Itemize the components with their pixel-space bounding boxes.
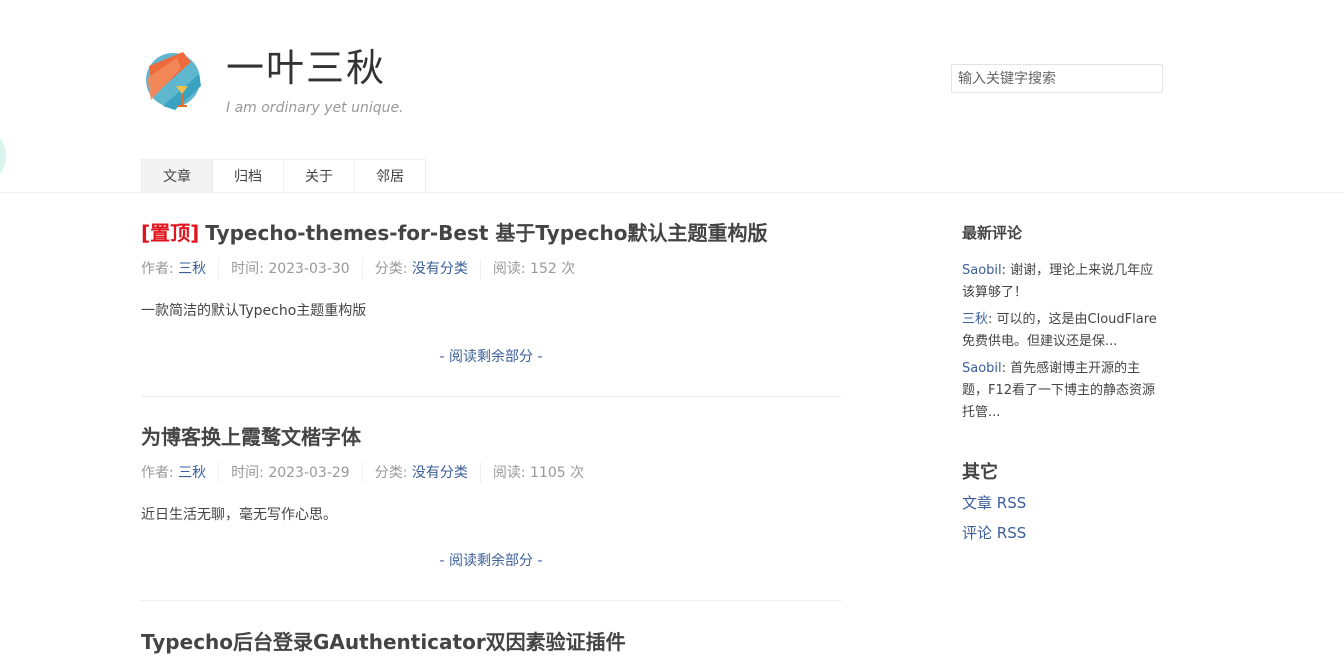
search-input[interactable] (951, 64, 1163, 93)
post-item: [置顶] Typecho-themes-for-Best 基于Typecho默认主… (141, 219, 841, 397)
post-time: 时间: 2023-03-30 (231, 259, 363, 279)
post-item: 为博客换上霞鹜文楷字体 作者: 三秋 时间: 2023-03-29 分类: 没有… (141, 423, 841, 601)
main-nav: 文章 归档 关于 邻居 (141, 159, 426, 193)
page: 一叶三秋 I am ordinary yet unique. 文章 归档 关于 … (0, 0, 1344, 666)
category-label: 分类: (374, 261, 412, 277)
sidebar: 最新评论 Saobil: 谢谢，理论上来说几年应该算够了！ 三秋: 可以的，这是… (962, 222, 1162, 544)
recent-comments-title: 最新评论 (962, 224, 1023, 242)
post-category: 分类: 没有分类 (375, 259, 481, 279)
post-title[interactable]: 为博客换上霞鹜文楷字体 (141, 423, 841, 451)
post-title[interactable]: [置顶] Typecho-themes-for-Best 基于Typecho默认主… (141, 219, 841, 247)
nav-item-articles[interactable]: 文章 (141, 159, 213, 193)
recent-comments-list: Saobil: 谢谢，理论上来说几年应该算够了！ 三秋: 可以的，这是由Clou… (962, 260, 1162, 424)
post-title[interactable]: Typecho后台登录GAuthenticator双因素验证插件 (141, 628, 841, 656)
comment-author[interactable]: 三秋 (962, 312, 988, 327)
other-title: 其它 (962, 462, 998, 483)
read-more-link: - 阅读剩余部分 - (141, 347, 841, 367)
read-more-link: - 阅读剩余部分 - (141, 551, 841, 571)
nav-item-archive[interactable]: 归档 (213, 159, 284, 193)
category-link[interactable]: 没有分类 (412, 261, 468, 277)
category-label: 分类: (374, 465, 412, 481)
author-label: 作者: (141, 465, 179, 481)
author-label: 作者: (141, 261, 179, 277)
post-title-text[interactable]: Typecho-themes-for-Best 基于Typecho默认主题重构版 (205, 221, 767, 245)
post-reads: 阅读: 152 次 (492, 261, 576, 277)
post-category: 分类: 没有分类 (375, 463, 481, 483)
read-more-text[interactable]: - 阅读剩余部分 - (439, 553, 542, 569)
post-item: Typecho后台登录GAuthenticator双因素验证插件 (141, 628, 841, 656)
comment-author[interactable]: Saobil (962, 263, 1002, 278)
site-title[interactable]: 一叶三秋 (226, 44, 386, 92)
post-author: 作者: 三秋 (141, 463, 220, 483)
author-link[interactable]: 三秋 (178, 465, 206, 481)
comment-item[interactable]: Saobil: 谢谢，理论上来说几年应该算够了！ (962, 260, 1162, 304)
sticky-badge: [置顶] (141, 221, 200, 245)
post-divider (141, 600, 841, 601)
site-logo[interactable] (143, 48, 203, 114)
decorative-blob (0, 134, 6, 178)
comment-item[interactable]: Saobil: 首先感谢博主开源的主题，F12看了一下博主的静态资源托管... (962, 358, 1162, 424)
post-excerpt: 一款简洁的默认Typecho主题重构版 (141, 303, 367, 319)
post-author: 作者: 三秋 (141, 259, 220, 279)
post-meta: 作者: 三秋 时间: 2023-03-30 分类: 没有分类 阅读: 152 次 (141, 259, 841, 279)
site-description: I am ordinary yet unique. (226, 100, 404, 116)
nav-item-neighbors[interactable]: 邻居 (355, 159, 426, 193)
comment-item[interactable]: 三秋: 可以的，这是由CloudFlare免费供电。但建议还是保... (962, 309, 1162, 353)
post-divider (141, 396, 841, 397)
post-excerpt: 近日生活无聊，毫无写作心思。 (141, 507, 337, 523)
other-widget: 其它 文章 RSS 评论 RSS (962, 462, 1162, 544)
category-link[interactable]: 没有分类 (412, 465, 468, 481)
post-reads: 阅读: 1105 次 (492, 465, 585, 481)
author-link[interactable]: 三秋 (178, 261, 206, 277)
nav-item-about[interactable]: 关于 (284, 159, 355, 193)
read-more-text[interactable]: - 阅读剩余部分 - (439, 349, 542, 365)
comment-text[interactable]: : 可以的，这是由CloudFlare免费供电。但建议还是保... (962, 312, 1157, 349)
post-time: 时间: 2023-03-29 (231, 463, 363, 483)
post-meta: 作者: 三秋 时间: 2023-03-29 分类: 没有分类 阅读: 1105 … (141, 463, 841, 483)
comments-rss-link[interactable]: 评论 RSS (962, 522, 1162, 544)
articles-rss-link[interactable]: 文章 RSS (962, 492, 1162, 514)
comment-author[interactable]: Saobil (962, 361, 1002, 376)
